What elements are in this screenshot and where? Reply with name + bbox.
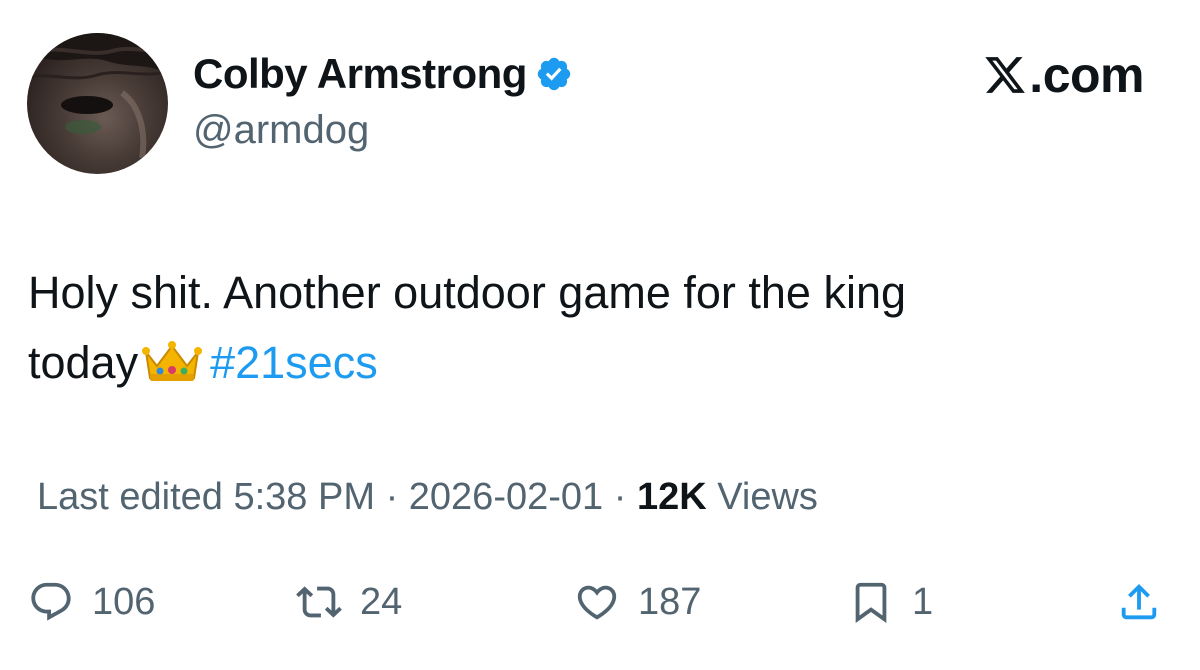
reply-icon (31, 582, 71, 621)
x-logo-icon (985, 57, 1026, 93)
tweet-date[interactable]: 2026-02-01 (409, 476, 603, 518)
repost-count: 24 (360, 580, 403, 623)
share-button[interactable] (1116, 574, 1162, 630)
crown-icon (142, 341, 203, 381)
repost-button[interactable]: 24 (296, 574, 402, 630)
hashtag-link[interactable]: #21secs (210, 337, 378, 388)
reply-button[interactable]: 106 (28, 574, 155, 630)
tweet-text: Holy shit. Another outdoor game for the … (28, 258, 1148, 398)
author-handle[interactable]: @armdog (193, 108, 369, 153)
like-count: 187 (638, 580, 702, 623)
repost-icon (296, 586, 342, 618)
views-count: 12K (636, 476, 707, 518)
like-button[interactable]: 187 (574, 574, 701, 630)
meta-separator: · (613, 476, 627, 518)
reply-count: 106 (92, 580, 156, 623)
author-display-name[interactable]: Colby Armstrong (193, 50, 527, 98)
verified-badge-icon (537, 57, 571, 91)
tweet-meta: Last edited 5:38 PM · 2026-02-01 · 12K V… (37, 476, 818, 519)
views-label: Views (717, 476, 818, 518)
meta-separator: · (385, 476, 399, 518)
tweet-text-line-1: Holy shit. Another outdoor game for the … (28, 267, 907, 318)
action-bar: 106 24 187 1 (0, 574, 1200, 630)
brand-logo[interactable]: .com (983, 47, 1144, 103)
avatar[interactable] (27, 33, 168, 174)
bookmark-button[interactable]: 1 (848, 574, 933, 630)
tweet-card: Colby Armstrong @armdog .com Holy shit. … (0, 0, 1200, 670)
bookmark-icon (855, 582, 887, 623)
bookmark-count: 1 (912, 580, 934, 623)
brand-domain: .com (1029, 47, 1144, 103)
tweet-text-line-2: today (28, 337, 139, 388)
edited-timestamp[interactable]: Last edited 5:38 PM (37, 476, 375, 518)
share-icon (1121, 583, 1157, 620)
heart-icon (577, 585, 617, 620)
author-name-row: Colby Armstrong (193, 48, 573, 100)
avatar-photo (27, 33, 168, 159)
